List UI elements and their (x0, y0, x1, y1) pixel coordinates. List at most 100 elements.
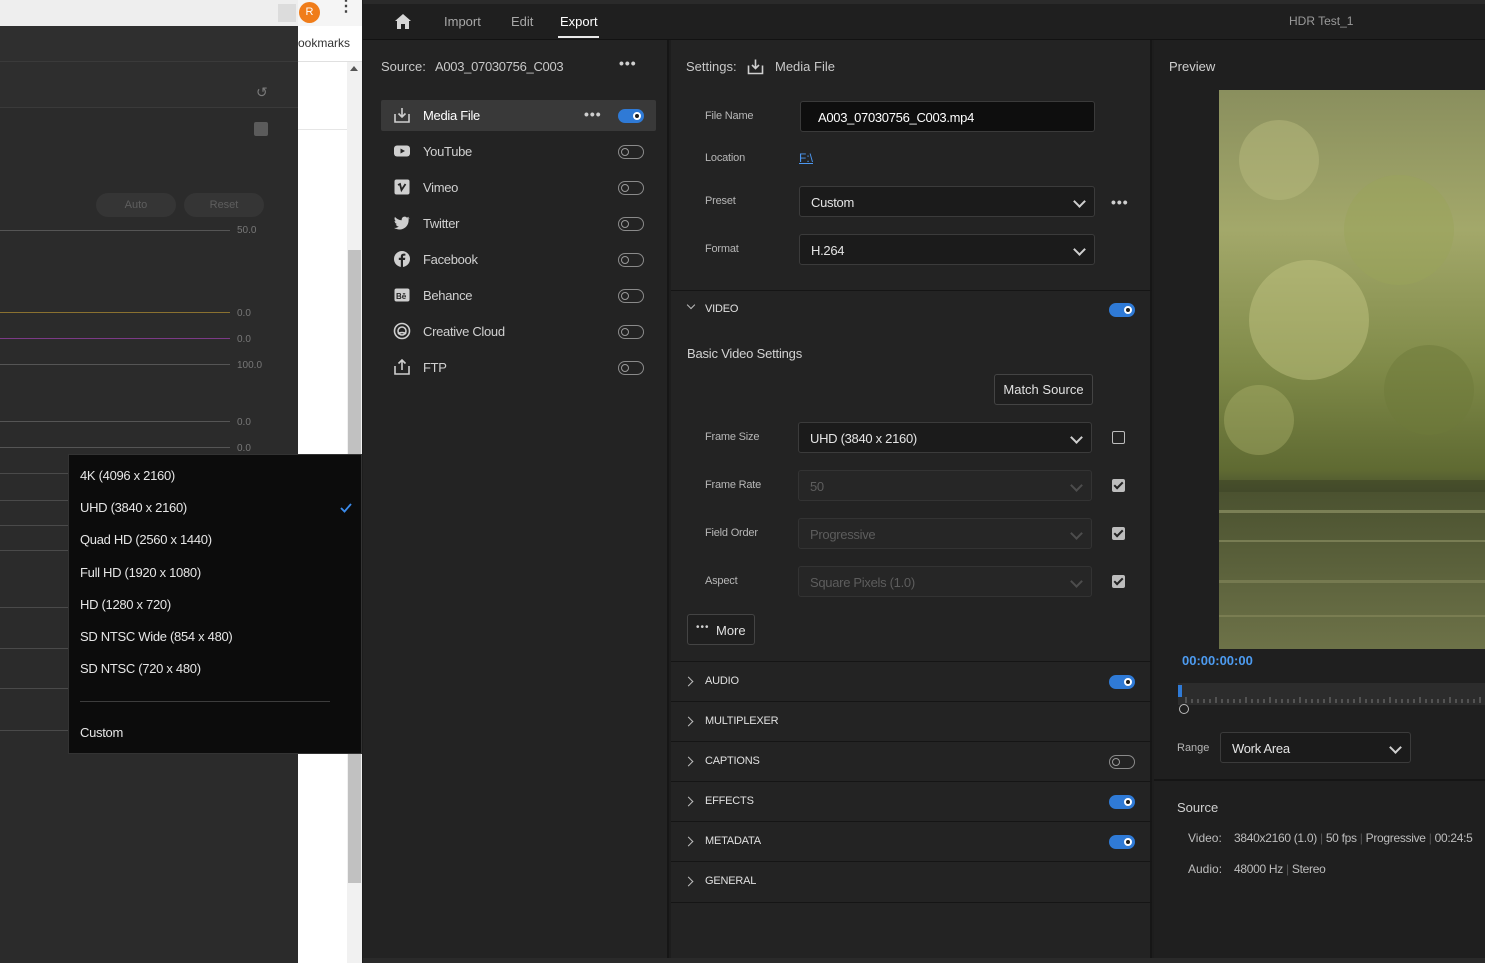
vimeo-toggle[interactable] (618, 181, 644, 195)
field-order-dropdown[interactable]: Progressive (798, 518, 1092, 549)
more-button[interactable]: ••• More (687, 614, 755, 645)
captions-toggle[interactable] (1109, 755, 1135, 769)
reset-button[interactable]: Reset (184, 193, 264, 217)
frame-rate-checkbox[interactable] (1112, 479, 1125, 492)
auto-button[interactable]: Auto (96, 193, 176, 217)
behance-icon: Bē (394, 288, 410, 302)
twitter-icon (394, 216, 410, 230)
preview-title: Preview (1169, 59, 1216, 74)
timeline-ruler[interactable] (1178, 683, 1485, 705)
destination-twitter[interactable]: Twitter (381, 208, 656, 239)
audio-toggle[interactable] (1109, 675, 1135, 689)
divider (0, 473, 68, 474)
slider-track[interactable] (0, 230, 230, 231)
effects-toggle[interactable] (1109, 795, 1135, 809)
slider-track[interactable] (0, 421, 230, 422)
more-label: More (716, 623, 746, 638)
menu-item-uhd[interactable]: UHD (3840 x 2160) (80, 500, 187, 515)
menu-item-sd-ntsc-wide[interactable]: SD NTSC Wide (854 x 480) (80, 629, 233, 644)
svg-text:Bē: Bē (396, 292, 407, 301)
slider-value: 100.0 (237, 360, 263, 371)
file-name-label: File Name (705, 110, 754, 122)
tab-edit[interactable]: Edit (511, 14, 533, 29)
destination-media-file[interactable]: Media File ••• (381, 100, 656, 131)
section-multiplexer[interactable]: MULTIPLEXER (671, 701, 1152, 742)
profile-avatar[interactable]: R (299, 2, 320, 23)
frame-size-dropdown[interactable]: UHD (3840 x 2160) (798, 422, 1092, 453)
slider-track[interactable] (0, 338, 230, 339)
aspect-label: Aspect (705, 575, 738, 587)
video-field-order: Progressive (1365, 831, 1426, 845)
chevron-down-icon (1070, 479, 1083, 492)
menu-item-4k[interactable]: 4K (4096 x 2160) (80, 468, 175, 483)
file-name-input[interactable]: A003_07030756_C003.mp4 (800, 101, 1095, 132)
format-dropdown[interactable]: H.264 (799, 234, 1095, 265)
youtube-toggle[interactable] (618, 145, 644, 159)
menu-item-full-hd[interactable]: Full HD (1920 x 1080) (80, 565, 201, 580)
bottom-border (363, 958, 1485, 963)
aspect-dropdown[interactable]: Square Pixels (1.0) (798, 566, 1092, 597)
aspect-checkbox[interactable] (1112, 575, 1125, 588)
slider-track[interactable] (0, 447, 230, 448)
preset-dropdown[interactable]: Custom (799, 186, 1095, 217)
tab-export[interactable]: Export (560, 14, 598, 29)
more-vert-icon[interactable]: ⋮ (338, 0, 354, 15)
frame-rate-dropdown[interactable]: 50 (798, 470, 1092, 501)
menu-item-quad-hd[interactable]: Quad HD (2560 x 1440) (80, 532, 212, 547)
section-metadata[interactable]: METADATA (671, 821, 1152, 862)
section-audio[interactable]: AUDIO (671, 661, 1152, 702)
divider (0, 550, 68, 551)
range-dropdown[interactable]: Work Area (1220, 732, 1411, 763)
slider-track[interactable] (0, 364, 230, 365)
section-effects[interactable]: EFFECTS (671, 781, 1152, 822)
facebook-toggle[interactable] (618, 253, 644, 267)
destination-label: Twitter (423, 216, 460, 231)
menu-item-sd-ntsc[interactable]: SD NTSC (720 x 480) (80, 661, 201, 676)
bookmarks-label[interactable]: ookmarks (298, 36, 350, 50)
video-fps: 50 fps (1325, 831, 1357, 845)
destination-creative-cloud[interactable]: Creative Cloud (381, 316, 656, 347)
video-toggle[interactable] (1109, 303, 1135, 317)
frame-size-dropdown-menu: 4K (4096 x 2160) UHD (3840 x 2160) Quad … (68, 454, 362, 754)
section-general[interactable]: GENERAL (671, 861, 1152, 903)
video-section-title[interactable]: VIDEO (705, 303, 738, 315)
audio-info: 48000 Hz | Stereo (1234, 862, 1326, 876)
media-file-more-icon[interactable]: ••• (584, 106, 602, 122)
menu-item-hd[interactable]: HD (1280 x 720) (80, 597, 171, 612)
source-more-icon[interactable]: ••• (619, 55, 637, 71)
field-order-checkbox[interactable] (1112, 527, 1125, 540)
tab-import[interactable]: Import (444, 14, 481, 29)
timecode[interactable]: 00:00:00:00 (1182, 653, 1253, 668)
home-icon[interactable] (394, 13, 412, 30)
match-source-button[interactable]: Match Source (994, 374, 1093, 405)
slider-value: 0.0 (237, 443, 251, 454)
chevron-down-icon[interactable] (686, 300, 696, 310)
section-captions[interactable]: CAPTIONS (671, 741, 1152, 782)
audio-channels: Stereo (1291, 862, 1326, 876)
location-link[interactable]: F:\ (799, 151, 813, 165)
chevron-right-icon (683, 716, 694, 727)
destination-vimeo[interactable]: Vimeo (381, 172, 656, 203)
divider (0, 648, 68, 649)
metadata-toggle[interactable] (1109, 835, 1135, 849)
ftp-toggle[interactable] (618, 361, 644, 375)
menu-item-custom[interactable]: Custom (80, 725, 123, 740)
slider-track[interactable] (0, 312, 230, 313)
background-checkbox[interactable] (254, 122, 268, 136)
field-order-value: Progressive (810, 527, 876, 542)
creative-cloud-toggle[interactable] (618, 325, 644, 339)
behance-toggle[interactable] (618, 289, 644, 303)
frame-size-checkbox[interactable] (1112, 431, 1125, 444)
facebook-icon (394, 251, 410, 267)
destination-youtube[interactable]: YouTube (381, 136, 656, 167)
media-file-toggle[interactable] (618, 109, 644, 123)
undo-icon[interactable]: ↺ (256, 84, 268, 101)
audio-sample-rate: 48000 Hz (1234, 862, 1283, 876)
preset-more-icon[interactable]: ••• (1111, 194, 1129, 210)
twitter-toggle[interactable] (618, 217, 644, 231)
destination-ftp[interactable]: FTP (381, 352, 656, 383)
scroll-up-icon[interactable] (350, 66, 358, 71)
destination-behance[interactable]: Bē Behance (381, 280, 656, 311)
playhead-handle[interactable] (1179, 704, 1189, 714)
destination-facebook[interactable]: Facebook (381, 244, 656, 275)
